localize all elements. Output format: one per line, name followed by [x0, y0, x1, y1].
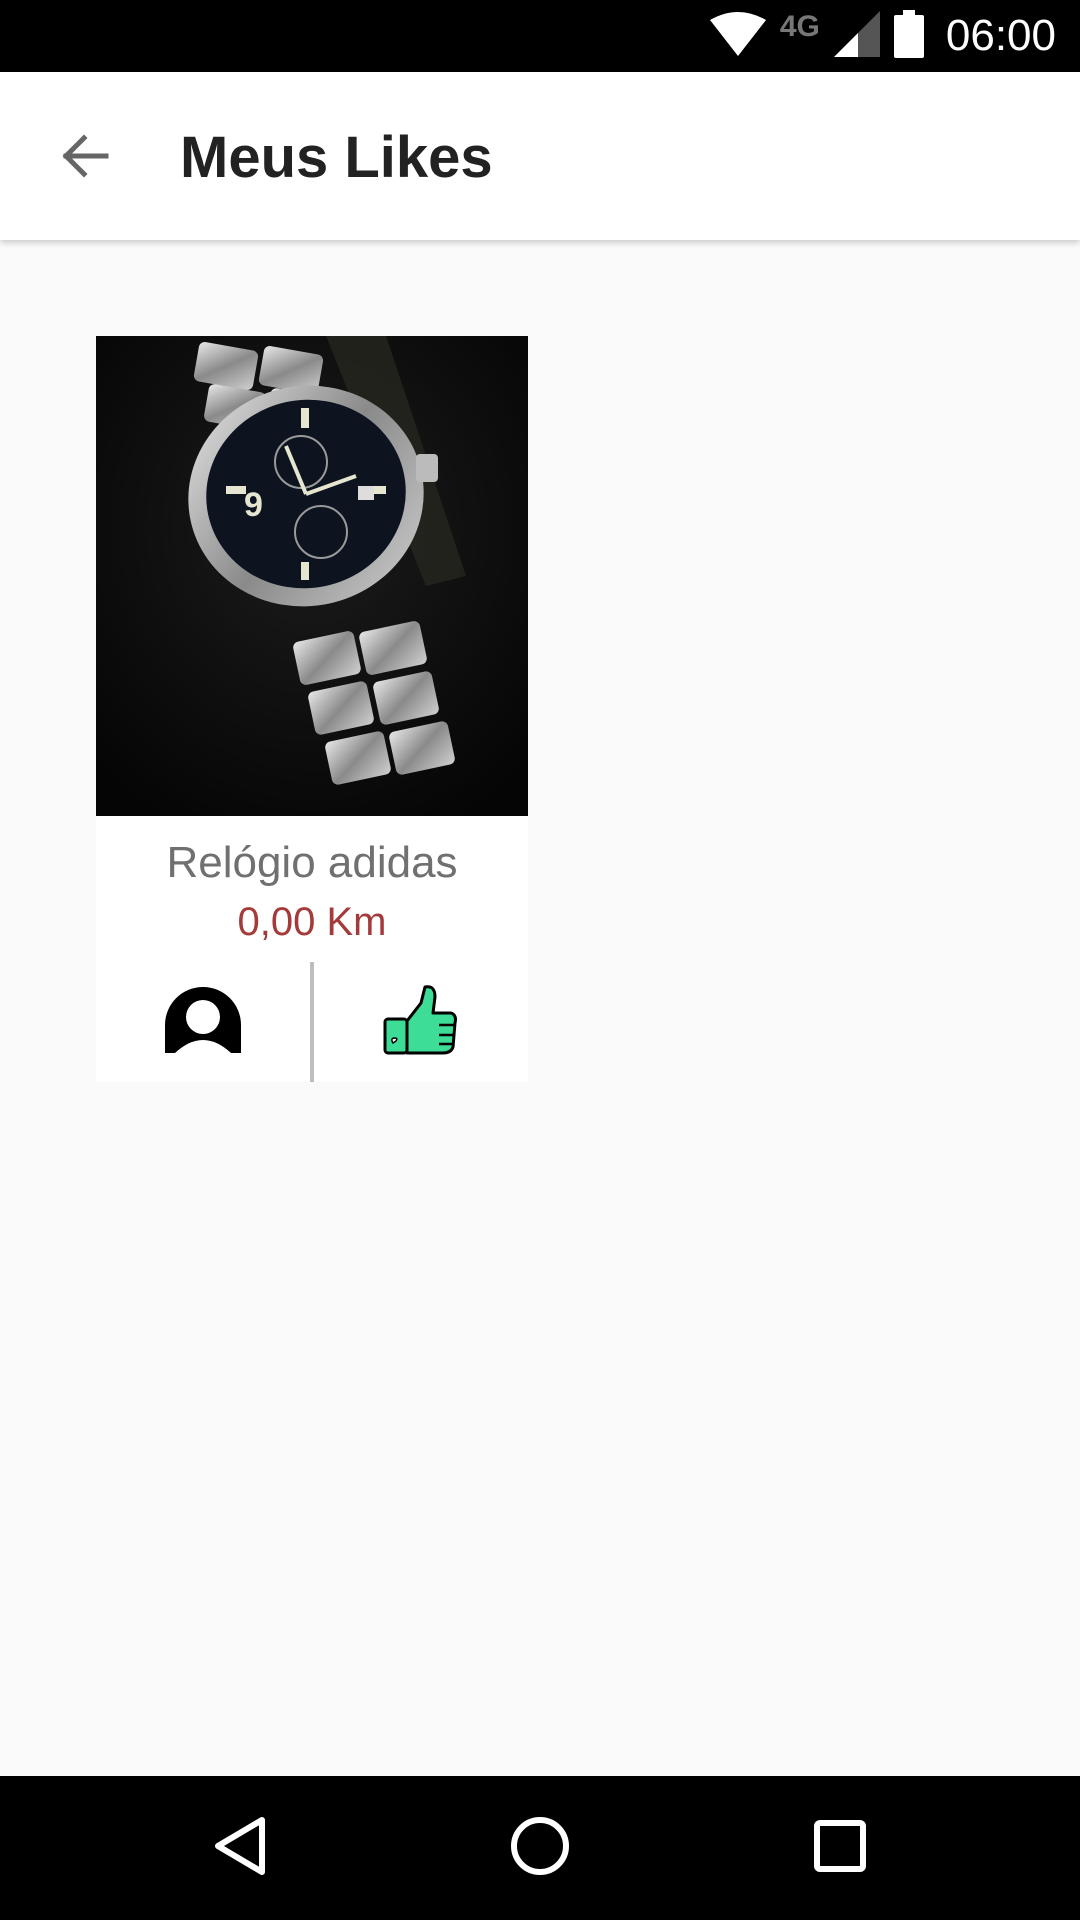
recents-square-icon — [813, 1819, 867, 1878]
thumbs-up-icon — [383, 984, 459, 1060]
action-divider — [310, 962, 314, 1082]
arrow-left-icon — [58, 130, 110, 187]
navigation-bar — [0, 1776, 1080, 1920]
wifi-icon — [709, 11, 766, 61]
status-bar: 4G 06:00 — [0, 0, 1080, 72]
item-image[interactable]: 9 — [96, 336, 528, 816]
battery-icon — [893, 9, 924, 63]
user-profile-icon — [165, 986, 241, 1058]
item-actions — [96, 962, 528, 1082]
back-button[interactable] — [44, 118, 124, 198]
back-triangle-icon — [212, 1816, 268, 1881]
signal-icon — [833, 10, 880, 62]
wristwatch-photo: 9 — [96, 336, 528, 816]
like-button[interactable] — [374, 962, 468, 1082]
user-profile-button[interactable] — [156, 962, 250, 1082]
liked-item-card[interactable]: 9 Relógio adidas 0,00 Km — [96, 336, 528, 1082]
nav-recents-button[interactable] — [790, 1798, 890, 1898]
status-time: 06:00 — [945, 11, 1056, 60]
nav-back-button[interactable] — [190, 1798, 290, 1898]
page-title: Meus Likes — [180, 125, 493, 190]
item-distance: 0,00 Km — [237, 900, 387, 944]
item-title: Relógio adidas — [166, 838, 458, 887]
nav-home-button[interactable] — [490, 1798, 590, 1898]
home-circle-icon — [510, 1816, 570, 1881]
app-bar: Meus Likes — [0, 72, 1080, 240]
network-type: 4G — [779, 10, 820, 43]
svg-text:9: 9 — [244, 486, 263, 524]
